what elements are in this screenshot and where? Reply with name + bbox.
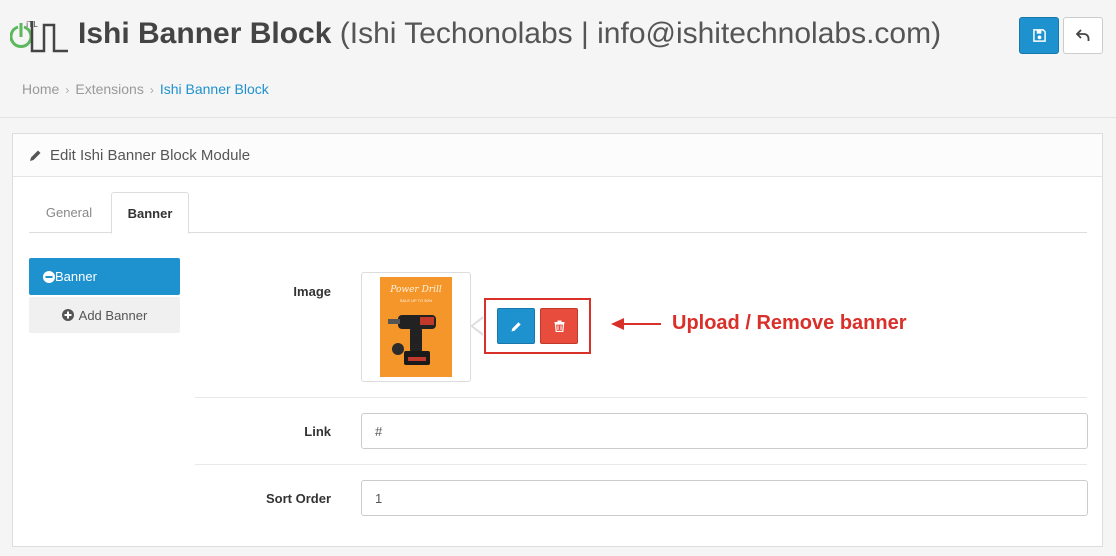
breadcrumb-current[interactable]: Ishi Banner Block (160, 80, 269, 98)
image-thumbnail[interactable]: Power Drill SALE UP TO 50% (361, 272, 471, 382)
breadcrumb-home[interactable]: Home (22, 80, 59, 98)
save-button[interactable] (1019, 17, 1059, 54)
trash-icon (554, 320, 564, 332)
header-divider (0, 117, 1116, 118)
pencil-icon (511, 321, 521, 331)
sort-order-input[interactable] (361, 480, 1088, 516)
tab-bar: General Banner (29, 192, 1087, 234)
back-button[interactable] (1063, 17, 1103, 54)
link-label: Link (304, 424, 331, 439)
annotation-label: Upload / Remove banner (672, 312, 907, 334)
link-input[interactable] (361, 413, 1088, 449)
breadcrumb-extensions[interactable]: Extensions (75, 80, 143, 98)
popover-arrow-inner (473, 318, 484, 334)
module-name: Ishi Banner Block (78, 17, 332, 50)
vendor-info: (Ishi Techonolabs | info@ishitechnolabs.… (339, 17, 942, 50)
banner-image: Power Drill SALE UP TO 50% (380, 277, 452, 377)
row-divider (195, 464, 1087, 465)
page-title: Ishi Banner Block (Ishi Techonolabs | in… (78, 14, 941, 54)
panel-title: Edit Ishi Banner Block Module (50, 146, 251, 164)
edit-panel: Edit Ishi Banner Block Module General Ba… (12, 133, 1103, 547)
image-label: Image (293, 284, 331, 299)
pencil-icon (29, 149, 42, 162)
add-banner-button[interactable]: Add Banner (29, 297, 180, 333)
breadcrumb-separator: › (149, 83, 154, 97)
delete-image-button[interactable] (540, 308, 578, 344)
edit-image-button[interactable] (497, 308, 535, 344)
save-icon (1032, 29, 1046, 42)
add-banner-label: Add Banner (78, 307, 148, 323)
row-divider (195, 397, 1087, 398)
drill-illustration (388, 315, 436, 365)
sort-order-label: Sort Order (265, 491, 331, 506)
annotation-arrow-icon (611, 318, 661, 330)
sidebar-item-banner[interactable]: Banner (29, 258, 180, 295)
breadcrumb-separator: › (65, 83, 70, 97)
sidebar-item-label: Banner (55, 269, 97, 284)
breadcrumb: Home › Extensions › Ishi Banner Block (22, 80, 269, 99)
tab-banner[interactable]: Banner (111, 192, 189, 234)
plus-circle-icon (61, 309, 74, 321)
tab-general[interactable]: General (29, 192, 109, 233)
reply-icon (1076, 29, 1090, 41)
minus-circle-icon[interactable] (43, 270, 55, 283)
ishi-logo: iTL (10, 20, 68, 53)
panel-heading: Edit Ishi Banner Block Module (13, 134, 1102, 177)
